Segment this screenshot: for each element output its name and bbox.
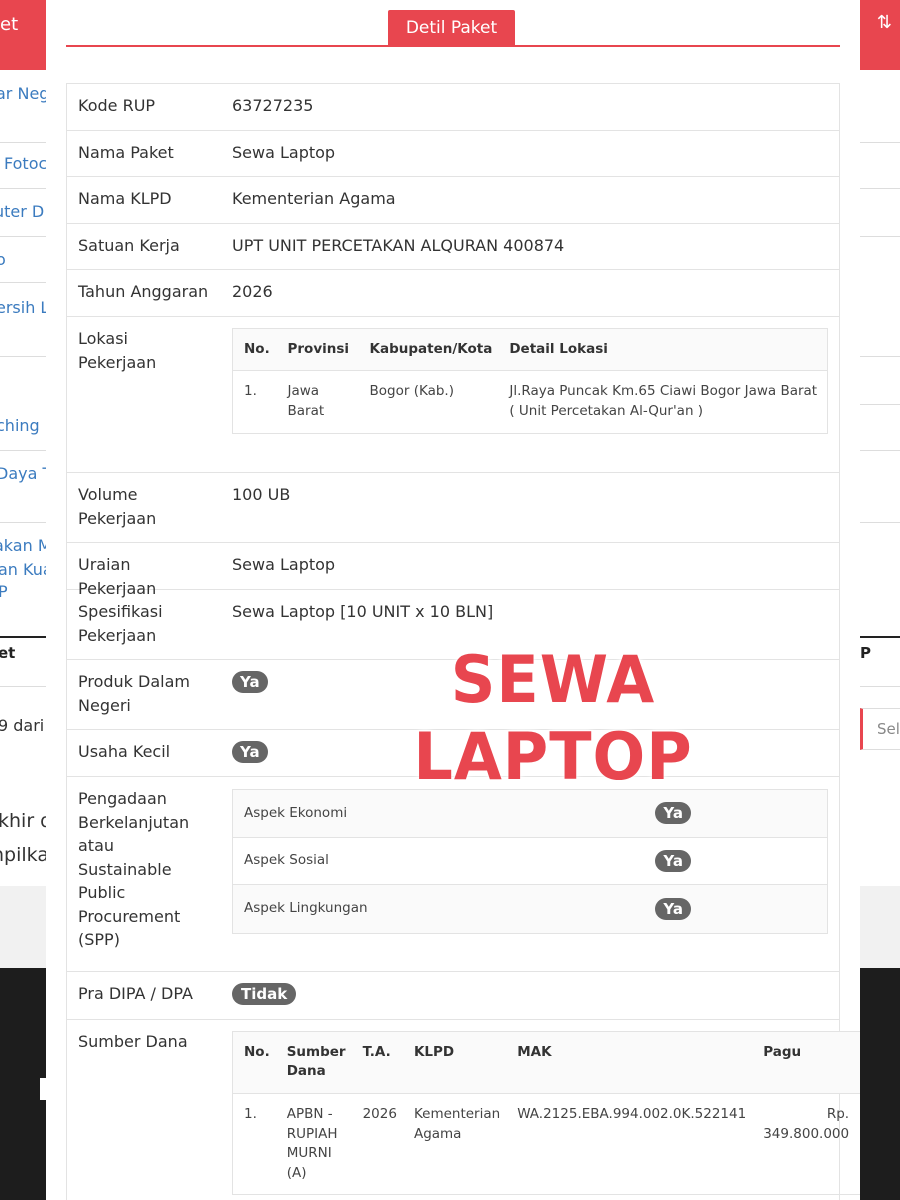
row-value: 100 UB	[232, 485, 291, 504]
column-header: No.	[232, 1031, 276, 1094]
background-link[interactable]: ar Neg	[0, 84, 46, 103]
sort-icon[interactable]: ⇅	[877, 12, 892, 33]
column-header: KLPD	[402, 1031, 507, 1094]
row-label: Pengadaan Berkelanjutan atau Sustainable…	[78, 789, 190, 949]
cell-no: 1.	[244, 383, 257, 399]
row-value: 2026	[232, 282, 273, 301]
row-value: Aspek Ekonomi Ya Aspek Sosial Ya Aspek L…	[221, 777, 839, 971]
column-header: Detail Lokasi	[498, 328, 828, 371]
row-kode-rup: Kode RUP 63727235	[67, 84, 839, 131]
row-tahun-anggaran: Tahun Anggaran 2026	[67, 270, 839, 317]
row-lokasi-pekerjaan: Lokasi Pekerjaan No. Provinsi Kabupaten/…	[67, 317, 839, 473]
background-text: npilka	[0, 844, 46, 866]
table-row: 1. APBN - RUPIAH MURNI (A) 2026 Kementer…	[233, 1094, 861, 1195]
modal-header: Detil Paket	[46, 0, 860, 60]
spp-aspek: Aspek Sosial	[244, 852, 329, 868]
background-link[interactable]: o	[0, 250, 6, 269]
spp-row: Aspek Ekonomi Ya	[233, 790, 827, 838]
row-label: Nama KLPD	[78, 189, 172, 208]
background-link[interactable]: uter D	[0, 202, 44, 221]
row-label: Tahun Anggaran	[78, 282, 209, 301]
row-label: Produk Dalam Negeri	[78, 672, 190, 715]
background-link[interactable]: ersih L	[0, 298, 46, 317]
table-row: 1. Jawa Barat Bogor (Kab.) Jl.Raya Punca…	[233, 371, 828, 434]
row-sumber-dana: Sumber Dana No. Sumber Dana T.A. KLPD MA…	[67, 1020, 860, 1200]
row-label: Satuan Kerja	[78, 236, 180, 255]
cell-ta: 2026	[362, 1106, 397, 1122]
row-value: Sewa Laptop	[232, 555, 336, 574]
status-badge: Ya	[655, 849, 691, 872]
background-link[interactable]: Daya T	[0, 464, 46, 483]
cell-mak: WA.2125.EBA.994.002.0K.522141	[517, 1106, 747, 1122]
background-link[interactable]: akan M	[0, 536, 46, 555]
background-link[interactable]: Fotoc	[4, 154, 46, 173]
detail-modal: Detil Paket Kode RUP 63727235 Nama Paket…	[46, 0, 860, 1200]
column-header: Provinsi	[276, 328, 359, 371]
row-label: Lokasi Pekerjaan	[78, 329, 157, 372]
row-label: Pra DIPA / DPA	[78, 984, 193, 1003]
sumber-dana-table: No. Sumber Dana T.A. KLPD MAK Pagu 1. AP…	[232, 1031, 860, 1195]
background-left-column: ar Neg Fotoc uter D o ersih L ching Daya…	[0, 70, 46, 886]
column-header: T.A.	[351, 1031, 403, 1094]
row-value: 63727235	[232, 96, 314, 115]
row-label: Spesifikasi Pekerjaan	[78, 602, 163, 645]
row-label: Uraian Pekerjaan	[78, 555, 157, 598]
background-column-header: P	[860, 644, 871, 662]
column-header: Kabupaten/Kota	[358, 328, 499, 371]
status-badge: Ya	[232, 671, 268, 693]
cell-pagu: Rp. 349.800.000	[763, 1106, 850, 1142]
row-value: No. Sumber Dana T.A. KLPD MAK Pagu 1. AP…	[221, 1020, 860, 1200]
column-header: No.	[232, 328, 277, 371]
row-value: No. Provinsi Kabupaten/Kota Detail Lokas…	[221, 317, 839, 472]
row-label: Nama Paket	[78, 143, 174, 162]
row-volume-pekerjaan: Volume Pekerjaan 100 UB	[67, 473, 839, 543]
background-right-column: P Sel	[860, 70, 900, 886]
cell-kabupaten: Bogor (Kab.)	[369, 383, 454, 399]
spp-aspek: Aspek Lingkungan	[244, 900, 368, 916]
spp-table: Aspek Ekonomi Ya Aspek Sosial Ya Aspek L…	[232, 789, 828, 934]
status-badge: Ya	[655, 802, 691, 825]
background-select-text: Sel	[877, 720, 900, 738]
row-nama-klpd: Nama KLPD Kementerian Agama	[67, 177, 839, 224]
watermark-title: SEWA LAPTOP	[413, 641, 693, 795]
background-pagination-text: 9 dari	[0, 716, 45, 735]
background-link[interactable]: ching	[0, 416, 40, 435]
cell-sumber-dana: APBN - RUPIAH MURNI (A)	[286, 1106, 338, 1181]
cell-klpd: Kementerian Agama	[413, 1106, 501, 1142]
row-value: Kementerian Agama	[232, 189, 396, 208]
cell-provinsi: Jawa Barat	[287, 383, 325, 419]
cell-no: 1.	[244, 1106, 257, 1122]
background-column-header: et	[0, 644, 16, 662]
row-label: Usaha Kecil	[78, 742, 171, 761]
row-label: Sumber Dana	[78, 1032, 188, 1051]
lokasi-table: No. Provinsi Kabupaten/Kota Detail Lokas…	[232, 328, 828, 434]
row-value: UPT UNIT PERCETAKAN ALQURAN 400874	[232, 236, 565, 255]
background-link[interactable]: an Kua	[0, 560, 46, 579]
status-badge: Ya	[232, 741, 268, 763]
row-pra-dipa: Pra DIPA / DPA Tidak	[67, 972, 839, 1020]
spp-aspek: Aspek Ekonomi	[244, 804, 348, 821]
row-nama-paket: Nama Paket Sewa Laptop	[67, 131, 839, 177]
row-value: Sewa Laptop	[232, 143, 336, 162]
row-label: Kode RUP	[78, 96, 156, 115]
column-header: MAK	[506, 1031, 753, 1094]
background-select[interactable]: Sel	[860, 708, 900, 750]
spp-row: Aspek Sosial Ya	[233, 837, 827, 885]
background-text: khir d	[0, 810, 46, 832]
status-badge: Tidak	[232, 983, 297, 1005]
tab-detil-paket[interactable]: Detil Paket	[388, 10, 515, 47]
row-value: Tidak	[221, 972, 839, 1019]
column-header: Sumber Dana	[275, 1031, 352, 1094]
status-badge: Ya	[655, 897, 691, 920]
spp-row: Aspek Lingkungan Ya	[233, 885, 827, 933]
row-satuan-kerja: Satuan Kerja UPT UNIT PERCETAKAN ALQURAN…	[67, 224, 839, 270]
row-uraian-pekerjaan: Uraian Pekerjaan Sewa Laptop	[67, 543, 839, 598]
row-spp: Pengadaan Berkelanjutan atau Sustainable…	[67, 777, 839, 972]
background-link[interactable]: P	[0, 582, 8, 601]
row-label: Volume Pekerjaan	[78, 485, 157, 528]
background-topbar-text: et	[0, 14, 19, 35]
cell-detail-lokasi: Jl.Raya Puncak Km.65 Ciawi Bogor Jawa Ba…	[509, 383, 818, 419]
column-header: Pagu	[752, 1031, 860, 1094]
